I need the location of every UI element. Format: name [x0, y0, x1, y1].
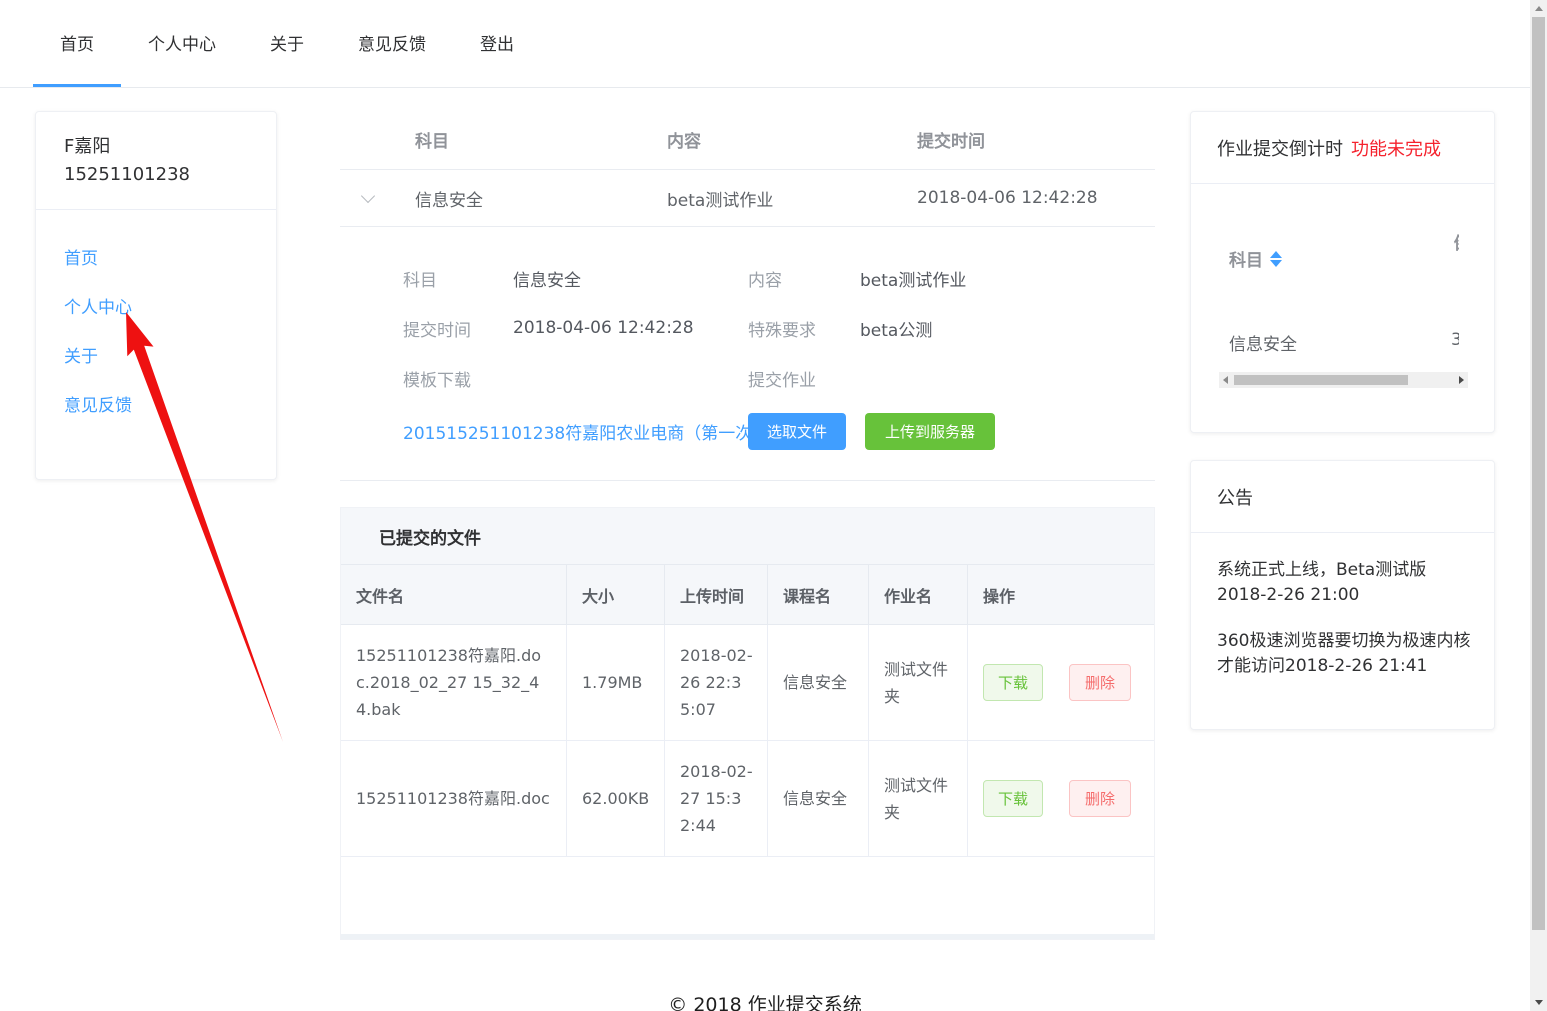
profile-sidebar: F嘉阳 15251101238 首页 个人中心 关于 意见反馈	[35, 111, 277, 480]
countdown-column-countdown: 倒	[1454, 229, 1459, 254]
detail-value-subject: 信息安全	[513, 266, 748, 291]
assignments-table: 科目 内容 提交时间 信息安全 beta测试作业 2018-04-06 12:4…	[340, 110, 1155, 481]
profile-info: F嘉阳 15251101238	[36, 112, 276, 189]
card-bottom-strip	[341, 934, 1154, 939]
file-upload-time: 2018-02-27 15:32:44	[665, 741, 768, 856]
assignment-content: beta测试作业	[647, 186, 897, 211]
countdown-status: 功能未完成	[1351, 135, 1441, 161]
assignment-row[interactable]: 信息安全 beta测试作业 2018-04-06 12:42:28	[340, 170, 1155, 227]
detail-label-time: 提交时间	[403, 316, 513, 341]
scrollbar-track[interactable]	[1232, 372, 1455, 388]
upload-to-server-button[interactable]: 上传到服务器	[865, 413, 995, 450]
file-homework: 测试文件夹	[869, 741, 968, 856]
countdown-row-subject: 信息安全	[1229, 330, 1297, 355]
column-header-actions: 操作	[968, 565, 1156, 624]
file-size: 62.00KB	[567, 741, 665, 856]
countdown-title-row: 作业提交倒计时 功能未完成	[1191, 112, 1494, 184]
nav-tab-home[interactable]: 首页	[33, 0, 121, 87]
column-header-uploadtime: 上传时间	[665, 565, 768, 624]
submitted-files-title: 已提交的文件	[341, 508, 1154, 565]
download-button[interactable]: 下载	[983, 664, 1043, 701]
announcements-body: 系统正式上线，Beta测试版 2018-2-26 21:00 360极速浏览器要…	[1191, 533, 1494, 679]
detail-value-special: beta公测	[860, 316, 1155, 341]
sidebar-item-feedback[interactable]: 意见反馈	[64, 379, 276, 428]
user-student-id: 15251101238	[64, 161, 276, 189]
detail-label-special: 特殊要求	[748, 316, 860, 341]
arrow-left-icon[interactable]	[1219, 372, 1232, 388]
table-row: 15251101238符嘉阳.doc.2018_02_27 15_32_44.b…	[341, 625, 1154, 741]
sidebar-item-home[interactable]: 首页	[64, 232, 276, 281]
detail-label-submit: 提交作业	[748, 366, 860, 391]
template-download-link[interactable]: 201515251101238符嘉阳农业电商（第一次）	[403, 419, 748, 444]
file-course: 信息安全	[768, 625, 869, 740]
column-header-course: 课程名	[768, 565, 869, 624]
file-name: 15251101238符嘉阳.doc	[341, 741, 567, 856]
assignment-time: 2018-04-06 12:42:28	[897, 188, 1155, 208]
assignments-header-row: 科目 内容 提交时间	[340, 110, 1155, 170]
footer-copyright: © 2018 作业提交系统	[0, 990, 1530, 1011]
detail-value-time: 2018-04-06 12:42:28	[513, 318, 748, 338]
scrollbar-thumb[interactable]	[1532, 17, 1545, 930]
scrollbar-thumb[interactable]	[1234, 375, 1408, 385]
column-header-size: 大小	[567, 565, 665, 624]
detail-label-template: 模板下载	[403, 366, 513, 391]
detail-label-content: 内容	[748, 266, 860, 291]
nav-tab-feedback[interactable]: 意见反馈	[331, 0, 453, 87]
arrow-down-icon[interactable]	[1530, 994, 1547, 1011]
sidebar-item-about[interactable]: 关于	[64, 330, 276, 379]
detail-value-content: beta测试作业	[860, 266, 1155, 291]
nav-tab-logout[interactable]: 登出	[453, 0, 541, 87]
announcement-item: 系统正式上线，Beta测试版 2018-2-26 21:00	[1217, 558, 1475, 608]
caret-sort-icon[interactable]	[1270, 251, 1282, 267]
page: 首页 个人中心 关于 意见反馈 登出 F嘉阳 15251101238 首页 个人…	[0, 0, 1547, 1011]
column-header-subject: 科目	[395, 127, 647, 152]
table-row: 15251101238符嘉阳.doc 62.00KB 2018-02-27 15…	[341, 741, 1154, 857]
announcements-card: 公告 系统正式上线，Beta测试版 2018-2-26 21:00 360极速浏…	[1190, 460, 1495, 730]
nav-tab-about[interactable]: 关于	[243, 0, 331, 87]
delete-button[interactable]: 删除	[1069, 664, 1131, 701]
countdown-title: 作业提交倒计时	[1217, 135, 1343, 161]
file-homework: 测试文件夹	[869, 625, 968, 740]
top-navigation: 首页 个人中心 关于 意见反馈 登出	[0, 0, 1530, 88]
nav-tab-profile[interactable]: 个人中心	[121, 0, 243, 87]
column-header-homework: 作业名	[869, 565, 968, 624]
file-size: 1.79MB	[567, 625, 665, 740]
assignment-subject: 信息安全	[395, 186, 647, 211]
file-name: 15251101238符嘉阳.doc.2018_02_27 15_32_44.b…	[341, 625, 567, 740]
countdown-table-clip: 科目 倒 信息安全 38	[1217, 212, 1459, 362]
sidebar-item-profile[interactable]: 个人中心	[64, 281, 276, 330]
arrow-up-icon[interactable]	[1530, 0, 1547, 17]
files-header-row: 文件名 大小 上传时间 课程名 作业名 操作	[341, 565, 1154, 625]
choose-file-button[interactable]: 选取文件	[748, 413, 846, 450]
countdown-card: 作业提交倒计时 功能未完成 科目 倒 信息安全 38	[1190, 111, 1495, 433]
column-header-content: 内容	[647, 127, 897, 152]
arrow-right-icon[interactable]	[1455, 372, 1468, 388]
assignment-detail-panel: 科目 信息安全 内容 beta测试作业 提交时间 2018-04-06 12:4…	[340, 227, 1155, 481]
announcements-title: 公告	[1191, 461, 1494, 533]
vertical-scrollbar[interactable]	[1530, 0, 1547, 1011]
announcement-item: 360极速浏览器要切换为极速内核才能访问2018-2-26 21:41	[1217, 629, 1475, 679]
column-header-filename: 文件名	[341, 565, 567, 624]
delete-button[interactable]: 删除	[1069, 780, 1131, 817]
horizontal-scrollbar[interactable]	[1219, 372, 1468, 388]
countdown-row-value: 38	[1451, 330, 1459, 350]
file-course: 信息安全	[768, 741, 869, 856]
user-name: F嘉阳	[64, 133, 276, 161]
sidebar-menu: 首页 个人中心 关于 意见反馈	[36, 210, 276, 428]
chevron-down-icon[interactable]	[360, 189, 374, 203]
detail-label-subject: 科目	[403, 266, 513, 291]
submitted-files-card: 已提交的文件 文件名 大小 上传时间 课程名 作业名 操作 1525110123…	[340, 507, 1155, 940]
file-upload-time: 2018-02-26 22:35:07	[665, 625, 768, 740]
download-button[interactable]: 下载	[983, 780, 1043, 817]
column-header-time: 提交时间	[897, 127, 1155, 152]
countdown-column-subject[interactable]: 科目	[1229, 246, 1282, 271]
countdown-column-subject-label: 科目	[1229, 246, 1263, 271]
